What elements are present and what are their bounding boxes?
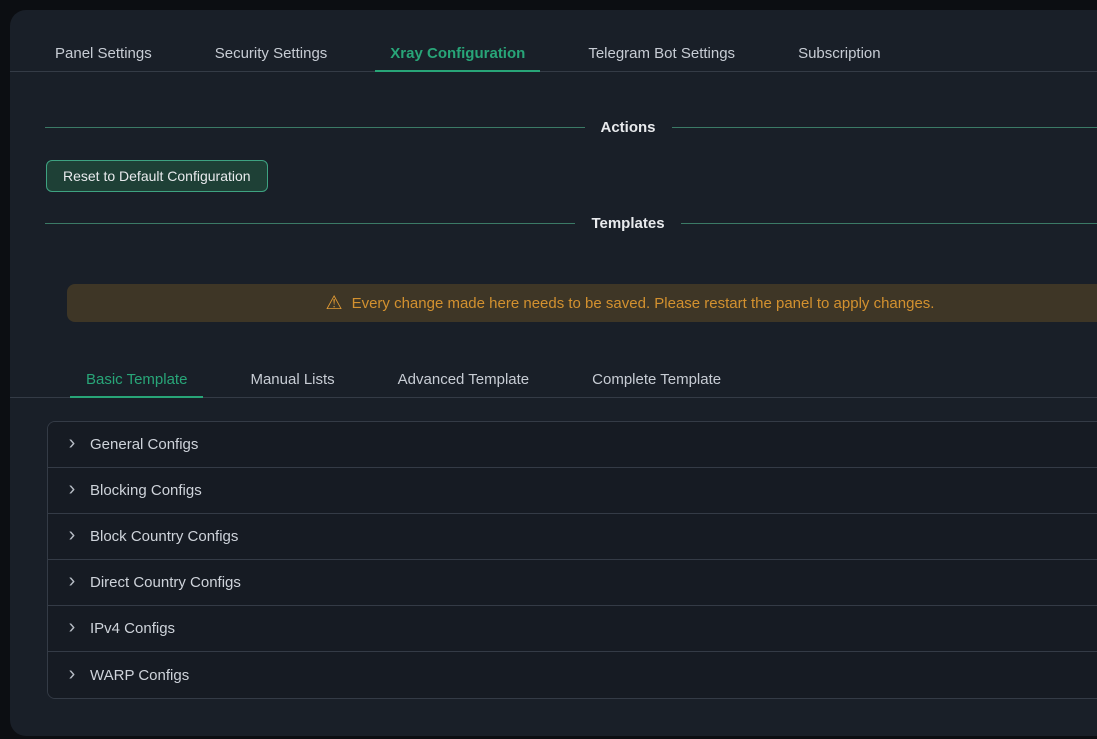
restart-warning-text: Every change made here needs to be saved… (352, 295, 935, 312)
reset-to-default-configuration-button[interactable]: Reset to Default Configuration (46, 160, 268, 192)
warning-triangle-icon: ⚠ (326, 294, 343, 313)
tab-basic-template[interactable]: Basic Template (70, 361, 203, 397)
collapse-header-label: Block Country Configs (90, 528, 238, 545)
collapse-header-general-configs[interactable]: › General Configs (48, 422, 1097, 468)
collapse-header-label: Direct Country Configs (90, 574, 241, 591)
main-tab-bar: Panel Settings Security Settings Xray Co… (10, 36, 1097, 72)
chevron-right-icon: › (66, 479, 78, 502)
collapse-header-label: WARP Configs (90, 667, 189, 684)
tab-complete-template[interactable]: Complete Template (576, 361, 737, 397)
collapse-header-label: Blocking Configs (90, 482, 202, 499)
tab-xray-configuration[interactable]: Xray Configuration (375, 36, 540, 71)
collapse-header-block-country-configs[interactable]: › Block Country Configs (48, 514, 1097, 560)
chevron-right-icon: › (66, 664, 78, 687)
divider-line (672, 127, 1097, 128)
tab-manual-lists[interactable]: Manual Lists (234, 361, 350, 397)
templates-section-title: Templates (591, 215, 664, 232)
tab-subscription[interactable]: Subscription (783, 36, 896, 71)
collapse-header-ipv4-configs[interactable]: › IPv4 Configs (48, 606, 1097, 652)
actions-section-title: Actions (601, 119, 656, 136)
template-tab-bar: Basic Template Manual Lists Advanced Tem… (10, 361, 1097, 398)
chevron-right-icon: › (66, 571, 78, 594)
collapse-header-label: General Configs (90, 436, 198, 453)
collapse-header-direct-country-configs[interactable]: › Direct Country Configs (48, 560, 1097, 606)
actions-section-divider: Actions (45, 118, 1097, 136)
divider-line (45, 127, 585, 128)
chevron-right-icon: › (66, 617, 78, 640)
collapse-header-blocking-configs[interactable]: › Blocking Configs (48, 468, 1097, 514)
collapse-header-label: IPv4 Configs (90, 620, 175, 637)
tab-advanced-template[interactable]: Advanced Template (382, 361, 545, 397)
tab-telegram-bot-settings[interactable]: Telegram Bot Settings (573, 36, 750, 71)
tab-panel-settings[interactable]: Panel Settings (40, 36, 167, 71)
settings-card: Panel Settings Security Settings Xray Co… (10, 10, 1097, 736)
tab-security-settings[interactable]: Security Settings (200, 36, 343, 71)
config-collapse-list: › General Configs › Blocking Configs › B… (47, 421, 1097, 699)
restart-warning-alert: ⚠ Every change made here needs to be sav… (67, 284, 1097, 322)
templates-section-divider: Templates (45, 214, 1097, 232)
collapse-header-warp-configs[interactable]: › WARP Configs (48, 652, 1097, 698)
chevron-right-icon: › (66, 525, 78, 548)
divider-line (681, 223, 1097, 224)
divider-line (45, 223, 575, 224)
chevron-right-icon: › (66, 433, 78, 456)
